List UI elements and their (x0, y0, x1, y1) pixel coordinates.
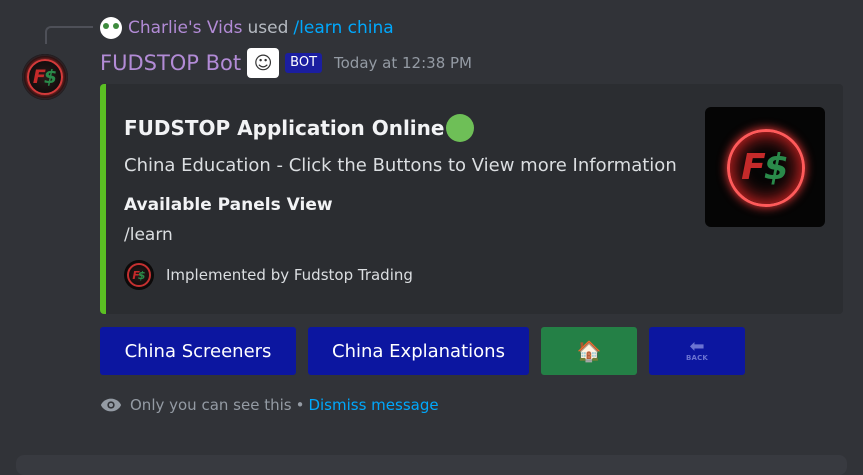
back-icon: ⬅ BACK (685, 336, 709, 363)
bot-avatar[interactable]: F$ (22, 54, 68, 100)
message-header: FUDSTOP Bot ☺ BOT Today at 12:38 PM (100, 48, 472, 78)
reply-user-avatar[interactable] (100, 17, 122, 39)
embed-field-value: /learn (124, 225, 173, 245)
footer-logo-icon: F$ (124, 260, 154, 290)
fudstop-thumbnail-logo-icon: F$ (741, 146, 789, 188)
timestamp: Today at 12:38 PM (334, 54, 472, 72)
embed-title-text: FUDSTOP Application Online (124, 116, 445, 140)
reply-used-text: used (247, 18, 289, 38)
embed-thumbnail[interactable]: F$ (705, 107, 825, 227)
green-circle-icon (446, 114, 475, 142)
back-button[interactable]: ⬅ BACK (649, 327, 745, 375)
home-button[interactable]: 🏠 (541, 327, 637, 375)
ephemeral-separator: • (295, 396, 305, 414)
embed-description: China Education - Click the Buttons to V… (124, 155, 677, 176)
bot-tag: BOT (285, 53, 323, 73)
reply-connector (45, 26, 93, 44)
reply-context: Charlie's Vids used /learn china (100, 17, 394, 39)
china-screeners-button[interactable]: China Screeners (100, 327, 296, 375)
embed-footer-text: Implemented by Fudstop Trading (166, 266, 413, 284)
fudstop-logo-icon: F$ (32, 66, 58, 88)
embed-field-name: Available Panels View (124, 195, 333, 215)
embed-title: FUDSTOP Application Online (124, 114, 475, 142)
dismiss-message-link[interactable]: Dismiss message (308, 396, 438, 414)
emoji-badge-icon: ☺ (247, 48, 280, 78)
reply-command[interactable]: /learn china (293, 18, 393, 38)
message-composer[interactable] (16, 455, 847, 475)
embed: FUDSTOP Application Online China Educati… (100, 84, 843, 314)
eye-icon (100, 398, 122, 412)
author-name[interactable]: FUDSTOP Bot (100, 51, 241, 75)
reply-username[interactable]: Charlie's Vids (128, 18, 243, 38)
house-icon: 🏠 (576, 339, 602, 363)
china-explanations-button[interactable]: China Explanations (308, 327, 529, 375)
embed-footer: F$ Implemented by Fudstop Trading (124, 260, 413, 290)
ephemeral-text: Only you can see this (130, 396, 292, 414)
ephemeral-notice: Only you can see this • Dismiss message (100, 396, 439, 414)
